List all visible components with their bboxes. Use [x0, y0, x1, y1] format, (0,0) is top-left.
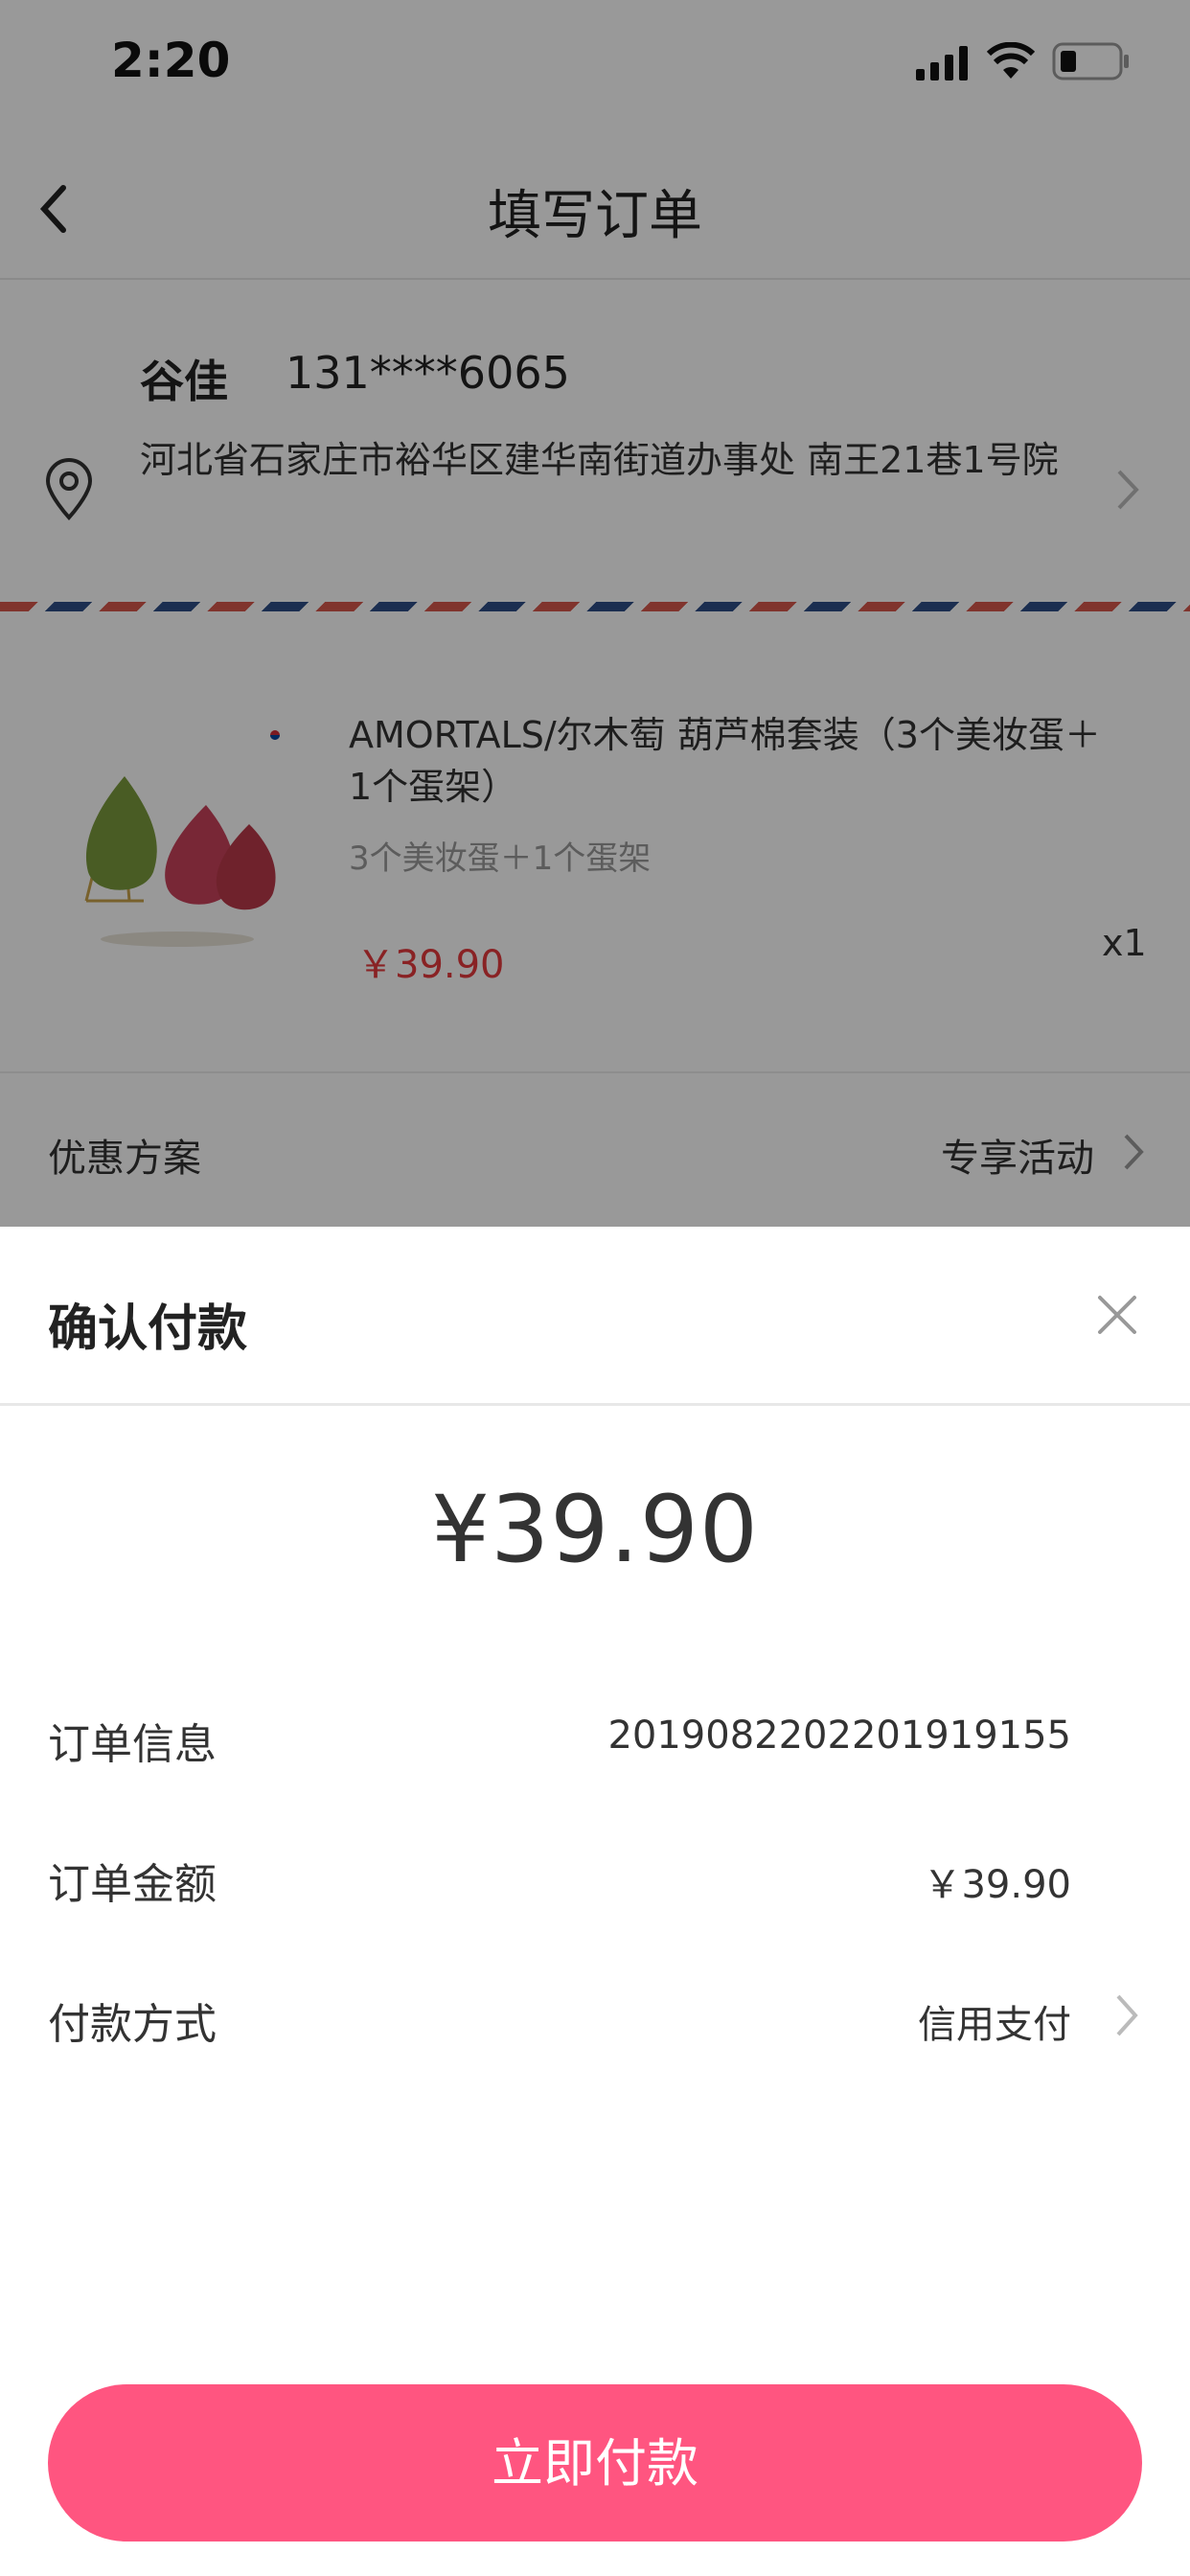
- chevron-right-icon: [1116, 1994, 1138, 2036]
- payment-method-row[interactable]: 付款方式 信用支付: [0, 1965, 1190, 2089]
- pay-now-button[interactable]: 立即付款: [48, 2384, 1142, 2542]
- order-amount-value: ￥39.90: [923, 1863, 1071, 1907]
- order-info-value: 2019082202201919155: [607, 1714, 1071, 1758]
- payment-method-label: 付款方式: [48, 2000, 217, 2049]
- payment-amount: ¥39.90: [431, 1476, 759, 1583]
- close-icon[interactable]: [1096, 1294, 1138, 1336]
- payment-sheet: 确认付款 ¥39.90 订单信息 2019082202201919155 订单金…: [0, 1227, 1190, 2576]
- payment-method-value: 信用支付: [918, 2003, 1071, 2047]
- sheet-divider: [0, 1403, 1190, 1406]
- modal-overlay[interactable]: [0, 0, 1190, 1227]
- sheet-title: 确认付款: [48, 1300, 248, 1358]
- order-amount-label: 订单金额: [48, 1860, 217, 1909]
- order-info-label: 订单信息: [48, 1720, 217, 1769]
